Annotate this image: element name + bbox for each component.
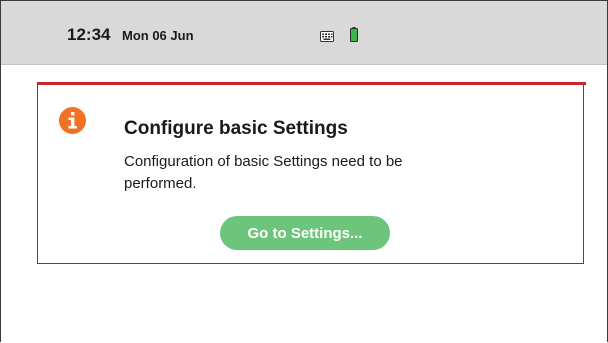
dialog-title: Configure basic Settings [124,118,348,139]
go-to-settings-button[interactable]: Go to Settings... [220,216,390,250]
device-screen: 12:34 Mon 06 Jun Configure basic Setting… [0,0,608,342]
dialog-message: Configuration of basic Settings need to … [124,153,403,192]
keyboard-icon [320,29,334,42]
settings-dialog: Configure basic Settings Configuration o… [37,82,586,264]
status-bar: 12:34 Mon 06 Jun [1,1,607,65]
info-icon [59,107,86,134]
status-date: Mon 06 Jun [122,28,194,43]
battery-icon [350,27,358,42]
status-time: 12:34 [67,25,111,44]
dialog-accent-bar [37,82,586,85]
